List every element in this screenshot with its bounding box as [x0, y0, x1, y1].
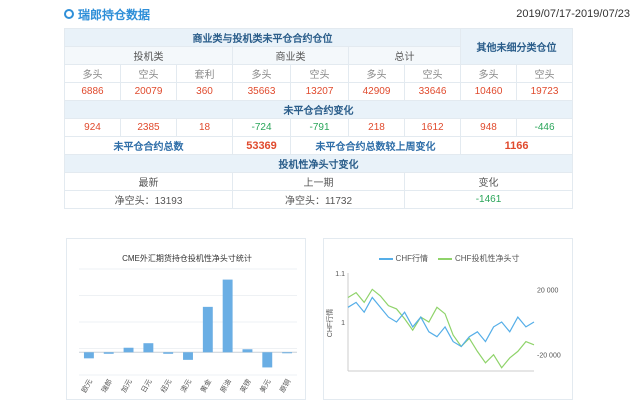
- position-cell: 6886: [64, 82, 121, 101]
- col-short: 空头: [516, 64, 574, 83]
- bar[interactable]: [282, 352, 293, 354]
- position-cell: 13207: [290, 82, 349, 101]
- col-long: 多头: [348, 64, 405, 83]
- change-value: -1461: [403, 190, 574, 209]
- legend-chf[interactable]: CHF行情: [378, 253, 428, 264]
- legend-net-label: CHF投机性净头寸: [455, 254, 520, 263]
- change-cell: 948: [460, 118, 518, 137]
- bar[interactable]: [143, 343, 154, 353]
- x-tick-label: 英镑: [238, 377, 253, 394]
- x-tick-label: 欧元: [79, 377, 94, 394]
- oi-total-label: 未平仓合约总数: [64, 136, 233, 155]
- y2-tick-label: 20 000: [537, 287, 559, 294]
- position-cell: 360: [176, 82, 233, 101]
- other-header: 其他未细分类仓位: [460, 28, 574, 65]
- header: 瑞郎持仓数据 2019/07/17-2019/07/23: [0, 0, 640, 28]
- changes-row: 924 2385 18 -724 -791 218 1612 948 -446: [64, 118, 574, 137]
- circle-icon: [64, 9, 74, 19]
- change-cell: 18: [176, 118, 233, 137]
- change-cell: 1612: [403, 118, 462, 137]
- legend-net[interactable]: CHF投机性净头寸: [438, 253, 519, 264]
- y-axis-label: CHF行情: [325, 309, 334, 337]
- positions-row: 6886 20079 360 35663 13207 42909 33646 1…: [64, 82, 574, 101]
- col-long: 多头: [64, 64, 121, 83]
- bar-chart-title: CME外汇期货持仓投机性净头寸统计: [122, 254, 252, 263]
- change-cell: -724: [232, 118, 291, 137]
- prev-label: 上一期: [232, 172, 405, 191]
- legend-chf-label: CHF行情: [395, 254, 428, 263]
- col-short: 空头: [120, 64, 177, 83]
- title-wrap: 瑞郎持仓数据: [64, 6, 150, 23]
- bar-chart-panel: CME外汇期货持仓投机性净头寸统计 欧元 瑞郎 加元 日元 纽元 澳元 黄金 原油 英镑 美元 原铜: [66, 238, 306, 400]
- bar[interactable]: [103, 352, 114, 354]
- page-title: 瑞郎持仓数据: [78, 7, 151, 22]
- col-long: 多头: [232, 64, 291, 83]
- net-title: 投机性净头寸变化: [63, 154, 574, 173]
- change-cell: 218: [348, 118, 405, 137]
- bar[interactable]: [83, 352, 94, 359]
- x-tick-label: 黄金: [198, 377, 213, 394]
- position-cell: 20079: [120, 82, 177, 101]
- oi-week-value: 1166: [460, 136, 574, 155]
- latest-value: 净空头：13193: [64, 190, 233, 209]
- x-tick-label: 原油: [218, 377, 233, 394]
- bar[interactable]: [202, 306, 213, 353]
- col-long: 多头: [460, 64, 518, 83]
- bar[interactable]: [242, 349, 253, 353]
- x-tick-label: 美元: [258, 377, 273, 394]
- change-cell: 2385: [120, 118, 177, 137]
- bar[interactable]: [222, 279, 233, 353]
- line-chart-panel: CHF行情 CHF投机性净头寸 1.1 1 20 000 -20 000 CHF行情: [323, 238, 573, 400]
- change-cell: -446: [516, 118, 574, 137]
- group-spec: 投机类: [64, 46, 233, 65]
- date-range: 2019/07/17-2019/07/23: [516, 8, 630, 20]
- change-label: 变化: [403, 172, 574, 191]
- x-tick-label: 加元: [119, 377, 134, 394]
- line-legend: CHF行情 CHF投机性净头寸: [324, 253, 574, 264]
- oi-week-label: 未平仓合约总数较上周变化: [289, 136, 462, 155]
- change-cell: -791: [290, 118, 349, 137]
- x-tick-label: 纽元: [159, 377, 174, 394]
- bar[interactable]: [183, 352, 193, 360]
- y-tick-label: 1: [341, 320, 345, 327]
- group-total: 总计: [347, 46, 462, 65]
- col-short: 空头: [403, 64, 462, 83]
- x-tick-label: 瑞郎: [99, 377, 114, 394]
- position-cell: 10460: [460, 82, 518, 101]
- legend-line-icon: [438, 257, 452, 260]
- x-tick-label: 日元: [140, 378, 154, 394]
- prev-value: 净空头：11732: [232, 190, 405, 209]
- position-cell: 35663: [232, 82, 291, 101]
- x-tick-label: 澳元: [178, 377, 193, 394]
- positions-table: 商业类与投机类未平仓合约仓位 其他未细分类仓位 投机类 商业类 总计 多头 空头…: [63, 28, 574, 209]
- main-header: 商业类与投机类未平仓合约仓位: [63, 28, 462, 47]
- latest-label: 最新: [64, 172, 233, 191]
- y-tick-label: 1.1: [335, 271, 345, 278]
- position-cell: 42909: [348, 82, 405, 101]
- group-comm: 商业类: [232, 46, 349, 65]
- oi-total-value: 53369: [232, 136, 291, 155]
- position-cell: 19723: [516, 82, 574, 101]
- bar[interactable]: [262, 352, 273, 368]
- change-cell: 924: [64, 118, 121, 137]
- position-cell: 33646: [403, 82, 462, 101]
- x-tick-label: 原铜: [278, 377, 293, 394]
- col-spread: 套利: [176, 64, 233, 83]
- col-short: 空头: [290, 64, 349, 83]
- chf-price-series[interactable]: [347, 296, 535, 348]
- change-title: 未平仓合约变化: [63, 100, 574, 119]
- legend-line-icon: [378, 257, 393, 260]
- y2-tick-label: -20 000: [537, 353, 561, 360]
- bar[interactable]: [123, 347, 134, 353]
- bar[interactable]: [163, 352, 174, 354]
